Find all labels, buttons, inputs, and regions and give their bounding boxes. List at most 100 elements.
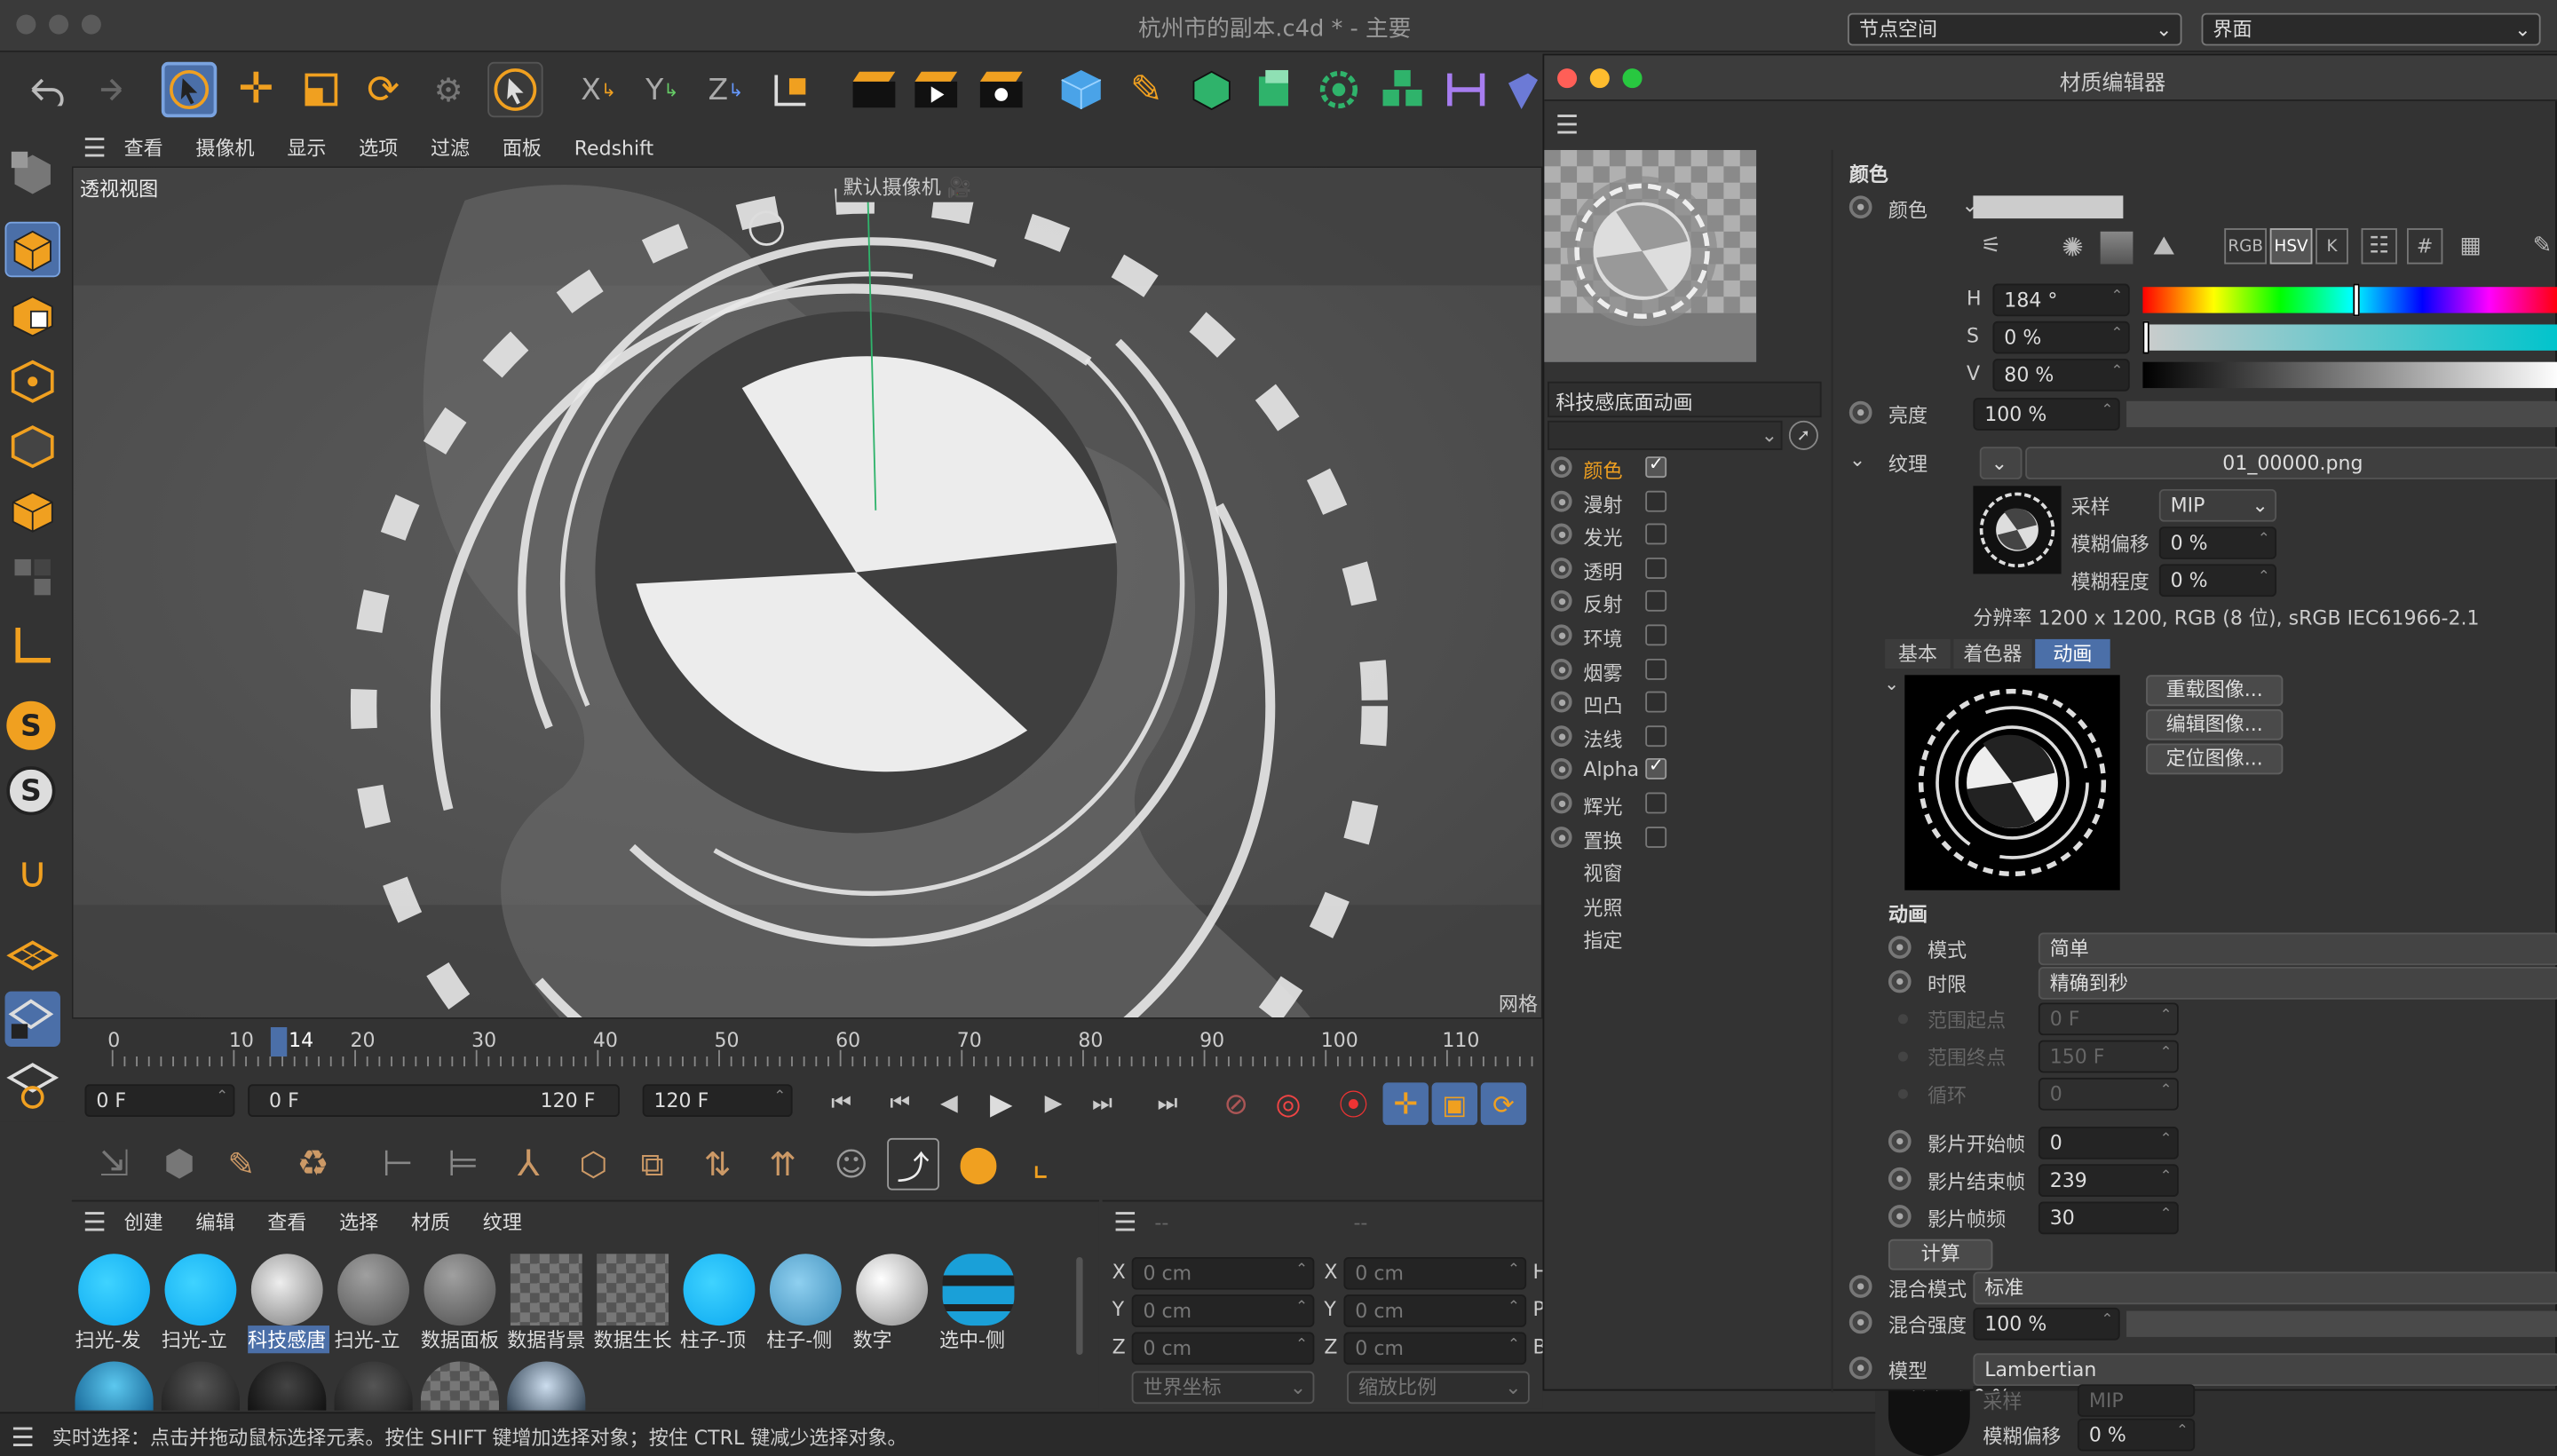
redo-icon[interactable] xyxy=(82,62,137,117)
keyframe-tool-icon[interactable]: ⇲ xyxy=(88,1138,140,1191)
position-field[interactable]: 0 cm xyxy=(1131,1255,1315,1290)
channel-checkbox[interactable] xyxy=(1645,557,1667,579)
saturation-handle[interactable] xyxy=(2142,320,2149,354)
y-axis-icon[interactable]: Y ↳ xyxy=(637,62,686,117)
menu-select[interactable]: 选择 xyxy=(339,1212,378,1235)
blur-offset-field[interactable]: 0 % xyxy=(2158,525,2277,559)
kelvin-mode-button[interactable]: K xyxy=(2316,228,2348,265)
position-field[interactable]: 0 cm xyxy=(1131,1293,1315,1327)
play-icon[interactable]: ▶ xyxy=(978,1082,1024,1125)
cards-icon[interactable]: ⧉ xyxy=(626,1138,678,1191)
material-thumbnail[interactable] xyxy=(420,1361,500,1411)
material-thumbnail[interactable]: 数据面板 xyxy=(421,1251,499,1356)
material-thumbnail[interactable] xyxy=(507,1361,586,1411)
axis-corner-icon[interactable]: ⌞ xyxy=(1014,1138,1066,1191)
channel-label[interactable]: Alpha xyxy=(1583,759,1639,782)
hamburger-menu-icon[interactable]: ☰ xyxy=(6,1420,39,1453)
package-icon[interactable]: ⬡ xyxy=(567,1138,620,1191)
reload-image-button[interactable]: 重载图像... xyxy=(2146,675,2284,707)
locate-image-button[interactable]: 定位图像... xyxy=(2146,743,2284,775)
model-dropdown[interactable]: Lambertian xyxy=(1973,1353,2557,1387)
end-frame-field[interactable]: 120 F xyxy=(642,1082,793,1118)
next-key-icon[interactable]: ⏭ xyxy=(1080,1082,1125,1125)
key-rotate-icon[interactable]: ⟳ xyxy=(1480,1082,1527,1126)
channel-radio[interactable] xyxy=(1550,523,1572,545)
channel-label[interactable]: 辉光 xyxy=(1583,793,1622,820)
polygon-mode-icon[interactable] xyxy=(4,483,62,542)
x-axis-icon[interactable]: X ↳ xyxy=(574,62,623,117)
deformer-icon[interactable] xyxy=(1438,62,1493,117)
hex-mode-button[interactable]: # xyxy=(2406,228,2443,265)
color-anim-radio[interactable] xyxy=(1848,195,1872,219)
scene-icon[interactable] xyxy=(1503,62,1542,117)
hamburger-menu-icon[interactable]: ☰ xyxy=(1109,1205,1142,1238)
channel-radio[interactable] xyxy=(1550,456,1572,479)
key-scale-icon[interactable]: ▣ xyxy=(1431,1082,1478,1126)
menu-display[interactable]: 显示 xyxy=(287,137,326,160)
hsv-mode-button[interactable]: HSV xyxy=(2269,228,2313,265)
minimize-dot-icon[interactable] xyxy=(49,14,69,35)
material-thumbnail[interactable] xyxy=(334,1361,413,1411)
record-icon[interactable]: ⦿ xyxy=(1331,1082,1376,1125)
channel-radio[interactable] xyxy=(1550,557,1572,579)
channel-checkbox[interactable] xyxy=(1645,826,1667,848)
extrude-icon[interactable] xyxy=(1246,62,1301,117)
chevron-down-icon[interactable]: ⌄ xyxy=(1882,672,1902,695)
hue-slider[interactable] xyxy=(2142,283,2557,317)
z-axis-icon[interactable]: Z ↳ xyxy=(701,62,750,117)
menu-view[interactable]: 查看 xyxy=(267,1212,306,1235)
mixer-icon[interactable]: ☷ xyxy=(2361,228,2397,265)
material-scrollbar[interactable] xyxy=(1076,1256,1083,1356)
sampling-dropdown[interactable]: MIP ⌄ xyxy=(2158,488,2277,522)
channel-radio[interactable] xyxy=(1550,758,1572,780)
v-field[interactable]: 80 % xyxy=(1992,357,2130,392)
menu-material[interactable]: 材质 xyxy=(411,1212,450,1235)
calculate-button[interactable]: 计算 xyxy=(1888,1238,1993,1270)
recent-tool-icon[interactable]: ⚙ xyxy=(421,62,476,117)
frame-range-slider[interactable]: 0 F 120 F xyxy=(248,1084,620,1118)
chevron-down-icon[interactable]: ⌄ xyxy=(1846,447,1869,472)
render-icon[interactable] xyxy=(906,62,965,117)
close-dot-icon[interactable] xyxy=(16,14,36,35)
move-tool-icon[interactable]: ✛ xyxy=(228,62,283,117)
brightness-slider[interactable] xyxy=(2126,400,2557,428)
coordinate-system-icon[interactable] xyxy=(764,62,819,117)
menu-edit[interactable]: 编辑 xyxy=(195,1212,234,1235)
material-thumbnail[interactable]: 扫光-发 xyxy=(75,1251,153,1356)
channel-checkbox[interactable] xyxy=(1645,724,1667,747)
live-select-icon[interactable] xyxy=(487,61,543,118)
point-mode-icon[interactable] xyxy=(4,352,62,411)
menu-view[interactable]: 查看 xyxy=(124,137,163,160)
channel-label[interactable]: 置换 xyxy=(1583,826,1622,853)
pen-tool-icon[interactable]: ✎ xyxy=(1119,62,1174,117)
channel-label[interactable]: 法线 xyxy=(1583,725,1622,753)
color-swatch[interactable] xyxy=(1973,195,2124,219)
record-off-icon[interactable]: ⊘ xyxy=(1214,1082,1259,1125)
hamburger-menu-icon[interactable]: ☰ xyxy=(1551,107,1584,140)
snap-s-icon[interactable]: S xyxy=(6,700,56,750)
rotate-tool-icon[interactable]: ⟳ xyxy=(355,62,410,117)
texture-menu-button[interactable]: ⌄ xyxy=(1979,447,2023,479)
channel-radio[interactable] xyxy=(1550,692,1572,713)
movie-end-field[interactable]: 239 xyxy=(2038,1162,2179,1197)
channel-label[interactable]: 凹凸 xyxy=(1583,692,1622,719)
size-field[interactable]: 0 cm xyxy=(1343,1255,1527,1290)
graph-editor-icon[interactable]: ⤴ xyxy=(887,1137,939,1191)
zoom-dot-icon[interactable] xyxy=(81,14,101,35)
select-tool-icon[interactable] xyxy=(161,61,218,118)
layout-dropdown[interactable]: 界面 ⌄ xyxy=(2201,12,2541,46)
channel-checkbox[interactable]: ✓ xyxy=(1645,454,1667,479)
spectrum-icon[interactable] xyxy=(2100,231,2133,265)
channel-label[interactable]: 烟雾 xyxy=(1583,658,1622,685)
movie-end-radio[interactable] xyxy=(1888,1167,1912,1191)
rgb-mode-button[interactable]: RGB xyxy=(2224,228,2268,265)
next-frame-icon[interactable]: ▶ xyxy=(1031,1082,1076,1125)
channel-radio[interactable] xyxy=(1550,792,1572,814)
tab-animation[interactable]: 动画 xyxy=(2035,638,2110,669)
brush-icon[interactable]: ✎ xyxy=(215,1138,267,1191)
menu-options[interactable]: 选项 xyxy=(359,137,398,160)
color-wheel-icon[interactable]: ✺ xyxy=(2054,228,2090,264)
material-thumbnail[interactable] xyxy=(75,1361,154,1411)
prev-frame-icon[interactable]: ◀ xyxy=(926,1082,971,1125)
saturation-slider[interactable] xyxy=(2142,320,2557,354)
